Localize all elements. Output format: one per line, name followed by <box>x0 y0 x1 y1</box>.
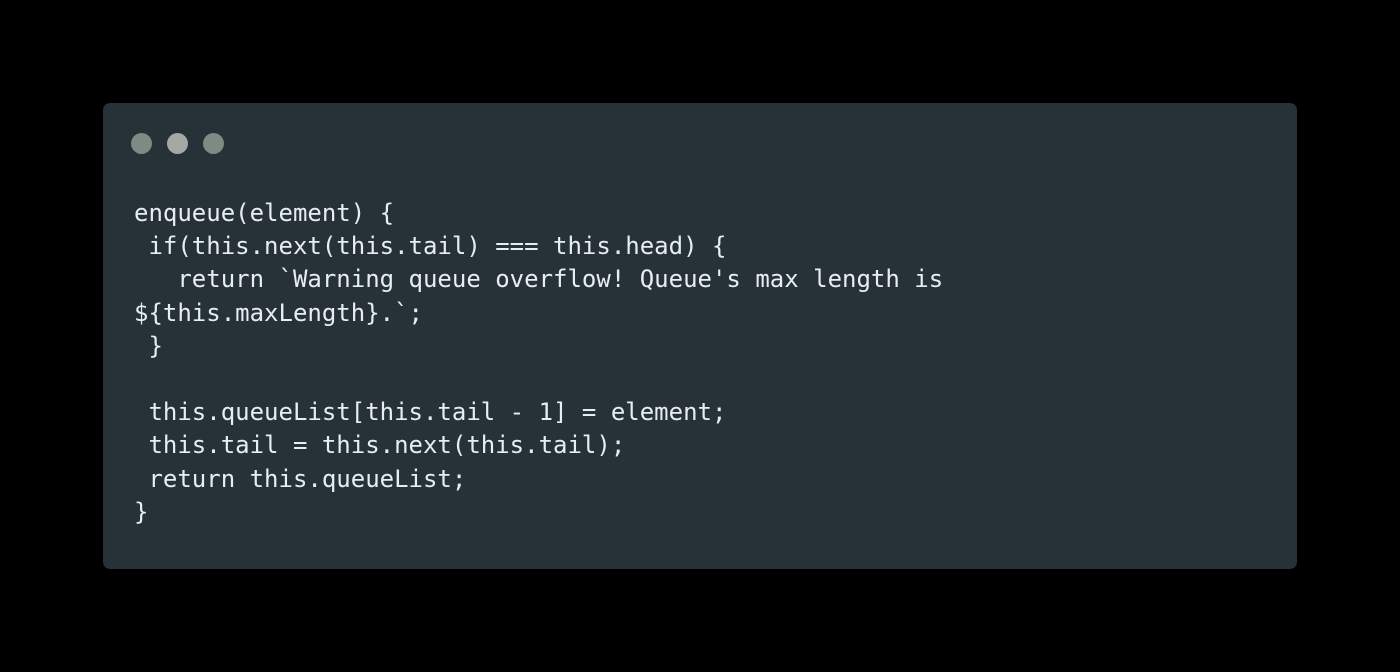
code-line-9: return this.queueList; <box>134 464 467 493</box>
code-line-1: enqueue(element) { <box>134 199 395 227</box>
code-line-8: this.tail = this.next(this.tail); <box>134 431 626 460</box>
code-line-7: this.queueList[this.tail - 1] = element; <box>134 398 727 427</box>
code-line-2: if(this.next(this.tail) === this.head) { <box>134 232 727 261</box>
code-block: enqueue(element) { if(this.next(this.tai… <box>134 197 943 529</box>
minimize-dot[interactable] <box>167 133 188 154</box>
window-controls <box>131 133 239 154</box>
close-dot[interactable] <box>131 133 152 154</box>
code-line-3: return `Warning queue overflow! Queue's … <box>134 265 944 294</box>
code-line-4: ${this.maxLength}.`; <box>134 298 423 327</box>
code-line-5: } <box>134 331 163 360</box>
maximize-dot[interactable] <box>203 133 224 154</box>
code-line-10: } <box>134 497 149 526</box>
